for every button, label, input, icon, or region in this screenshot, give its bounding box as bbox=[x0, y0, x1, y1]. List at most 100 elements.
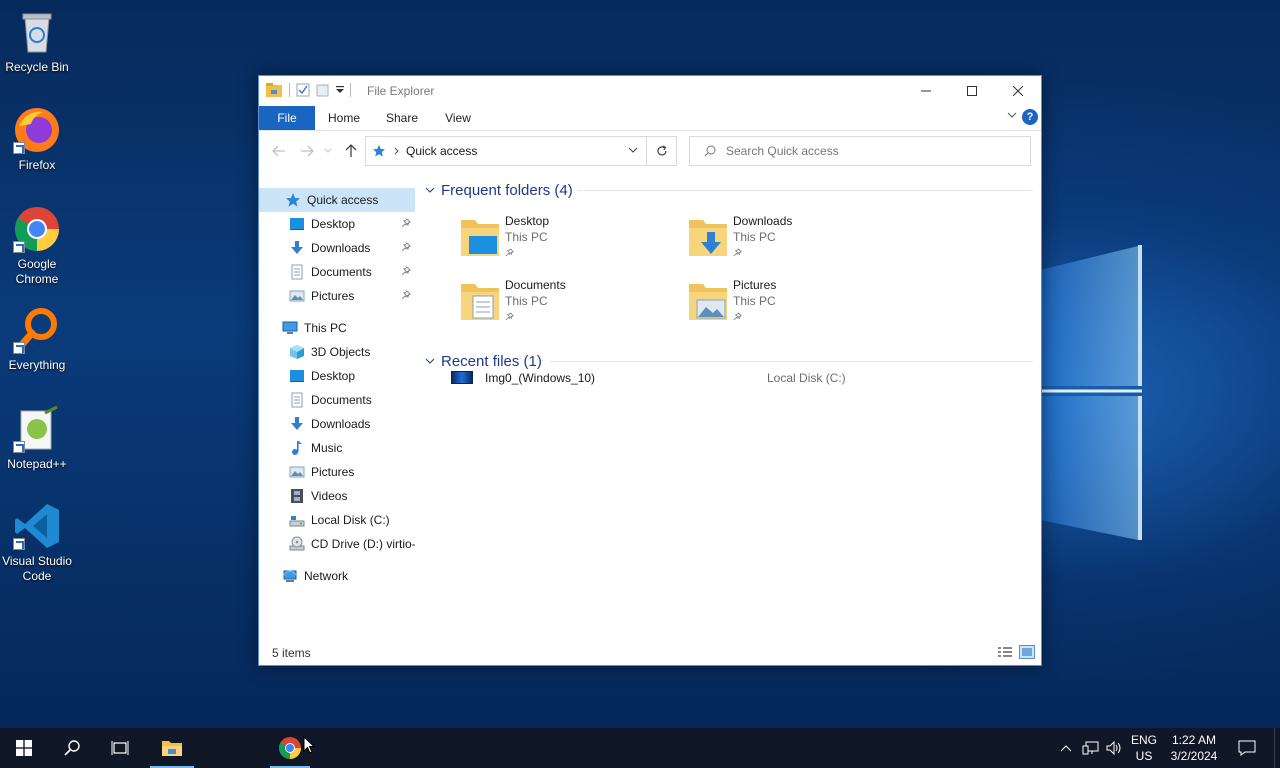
minimize-button[interactable] bbox=[903, 76, 949, 106]
help-button[interactable]: ? bbox=[1022, 109, 1038, 125]
desktop-icon-vscode[interactable]: Visual Studio Code bbox=[0, 502, 74, 584]
search-icon bbox=[64, 740, 80, 756]
windows-start-icon bbox=[16, 740, 32, 756]
folder-name: Downloads bbox=[733, 214, 793, 228]
desktop-icon-firefox[interactable]: Firefox bbox=[0, 106, 74, 173]
nav-pc-local-disk[interactable]: Local Disk (C:) bbox=[259, 508, 415, 532]
address-dropdown-chevron-icon[interactable] bbox=[628, 146, 638, 154]
nav-quick-pictures[interactable]: Pictures bbox=[259, 284, 415, 308]
nav-label: Network bbox=[304, 569, 349, 583]
refresh-button[interactable] bbox=[646, 137, 676, 165]
nav-quick-desktop[interactable]: Desktop bbox=[259, 212, 415, 236]
start-button[interactable] bbox=[0, 728, 48, 768]
nav-pc-documents[interactable]: Documents bbox=[259, 388, 415, 412]
title-bar[interactable]: File Explorer bbox=[259, 76, 1041, 106]
new-folder-icon[interactable] bbox=[316, 83, 330, 97]
large-icons-view-icon[interactable] bbox=[1019, 645, 1035, 659]
everything-search-icon bbox=[13, 306, 61, 354]
details-view-icon[interactable] bbox=[997, 645, 1013, 659]
network-status-button[interactable] bbox=[1080, 728, 1102, 768]
action-center-button[interactable] bbox=[1232, 728, 1262, 768]
back-button[interactable] bbox=[271, 143, 287, 159]
nav-quick-access[interactable]: Quick access bbox=[259, 188, 415, 212]
recent-file-location: Local Disk (C:) bbox=[767, 371, 846, 385]
pin-icon bbox=[505, 248, 514, 257]
nav-pc-cd-drive[interactable]: CD Drive (D:) virtio- bbox=[259, 532, 415, 556]
this-pc-monitor-icon bbox=[282, 321, 298, 334]
group-divider bbox=[577, 190, 1033, 191]
notification-icon bbox=[1238, 740, 1256, 756]
folder-tile-pictures[interactable]: Pictures This PC bbox=[687, 278, 907, 334]
up-button[interactable] bbox=[343, 143, 359, 159]
desktop-icon-label: Notepad++ bbox=[7, 457, 67, 471]
frequent-folders-header[interactable]: Frequent folders (4) bbox=[425, 180, 573, 200]
content-pane: Frequent folders (4) Desktop This PC Dow… bbox=[421, 172, 1035, 646]
tab-share[interactable]: Share bbox=[381, 106, 423, 130]
nav-label: This PC bbox=[304, 321, 347, 335]
desktop-icon-label: Recycle Bin bbox=[5, 60, 69, 74]
desktop-icon-notepadpp[interactable]: Notepad++ bbox=[0, 405, 74, 472]
breadcrumb-chevron-icon bbox=[394, 147, 399, 155]
taskbar-search-button[interactable] bbox=[48, 728, 96, 768]
documents-folder-icon bbox=[461, 284, 499, 320]
file-explorer-window[interactable]: File Explorer File Home Share View ? Qui… bbox=[258, 75, 1042, 666]
clock-time: 1:22 AM bbox=[1171, 733, 1217, 747]
recent-file-row[interactable]: Img0_(Windows_10) Local Disk (C:) bbox=[451, 368, 1011, 388]
breadcrumb-quick-access[interactable]: Quick access bbox=[406, 144, 477, 158]
folder-tile-desktop[interactable]: Desktop This PC bbox=[459, 214, 679, 270]
nav-pc-videos[interactable]: Videos bbox=[259, 484, 415, 508]
minimize-icon bbox=[921, 90, 931, 92]
group-divider bbox=[549, 361, 1033, 362]
desktop-icon-label: Google Chrome bbox=[15, 257, 59, 286]
nav-pc-3d-objects[interactable]: 3D Objects bbox=[259, 340, 415, 364]
folder-tile-downloads[interactable]: Downloads This PC bbox=[687, 214, 907, 270]
tab-home[interactable]: Home bbox=[323, 106, 365, 130]
nav-this-pc[interactable]: This PC bbox=[259, 316, 415, 340]
tab-view[interactable]: View bbox=[437, 106, 479, 130]
close-icon bbox=[1013, 86, 1023, 96]
downloads-arrow-icon bbox=[291, 417, 303, 430]
tab-file[interactable]: File bbox=[259, 106, 315, 130]
input-language-indicator[interactable]: ENG US bbox=[1128, 732, 1160, 764]
taskbar-file-explorer[interactable] bbox=[148, 728, 196, 768]
folder-tile-documents[interactable]: Documents This PC bbox=[459, 278, 679, 334]
desktop-icon-label: Everything bbox=[8, 358, 66, 372]
properties-icon[interactable] bbox=[296, 83, 310, 97]
pin-icon bbox=[401, 266, 411, 276]
task-view-button[interactable] bbox=[96, 728, 144, 768]
navigation-bar: Quick access Search Quick access bbox=[259, 130, 1041, 170]
show-desktop-button[interactable] bbox=[1274, 728, 1280, 768]
desktop-icon-everything[interactable]: Everything bbox=[0, 306, 74, 373]
desktop-icon-recycle-bin[interactable]: Recycle Bin bbox=[0, 8, 74, 75]
nav-pc-downloads[interactable]: Downloads bbox=[259, 412, 415, 436]
nav-network[interactable]: Network bbox=[259, 564, 415, 588]
expand-ribbon-chevron-icon[interactable] bbox=[1007, 111, 1017, 119]
nav-quick-documents[interactable]: Documents bbox=[259, 260, 415, 284]
customize-toolbar-chevron-icon[interactable] bbox=[336, 86, 344, 94]
nav-pc-pictures[interactable]: Pictures bbox=[259, 460, 415, 484]
nav-pc-music[interactable]: Music bbox=[259, 436, 415, 460]
quick-access-toolbar bbox=[265, 82, 351, 98]
clock[interactable]: 1:22 AM 3/2/2024 bbox=[1162, 732, 1226, 764]
nav-label: Downloads bbox=[311, 417, 371, 431]
language-code: ENG bbox=[1130, 733, 1157, 747]
recent-locations-button[interactable] bbox=[323, 143, 333, 159]
close-button[interactable] bbox=[995, 76, 1041, 106]
shortcut-arrow-icon bbox=[13, 342, 25, 354]
address-bar[interactable]: Quick access bbox=[365, 136, 677, 166]
desktop-icon-chrome[interactable]: Google Chrome bbox=[0, 205, 74, 287]
recent-file-name: Img0_(Windows_10) bbox=[485, 371, 596, 385]
local-disk-drive-icon bbox=[289, 516, 305, 527]
quick-access-star-icon bbox=[373, 145, 385, 157]
maximize-button[interactable] bbox=[949, 76, 995, 106]
forward-button[interactable] bbox=[299, 143, 315, 159]
nav-quick-downloads[interactable]: Downloads bbox=[259, 236, 415, 260]
folder-name: Pictures bbox=[733, 278, 777, 292]
forward-arrow-icon bbox=[301, 145, 314, 157]
show-hidden-icons-button[interactable] bbox=[1056, 728, 1076, 768]
pin-icon bbox=[401, 290, 411, 300]
volume-button[interactable] bbox=[1104, 728, 1124, 768]
nav-pc-desktop[interactable]: Desktop bbox=[259, 364, 415, 388]
nav-label: CD Drive (D:) virtio- bbox=[311, 537, 415, 551]
search-box[interactable]: Search Quick access bbox=[689, 136, 1031, 166]
